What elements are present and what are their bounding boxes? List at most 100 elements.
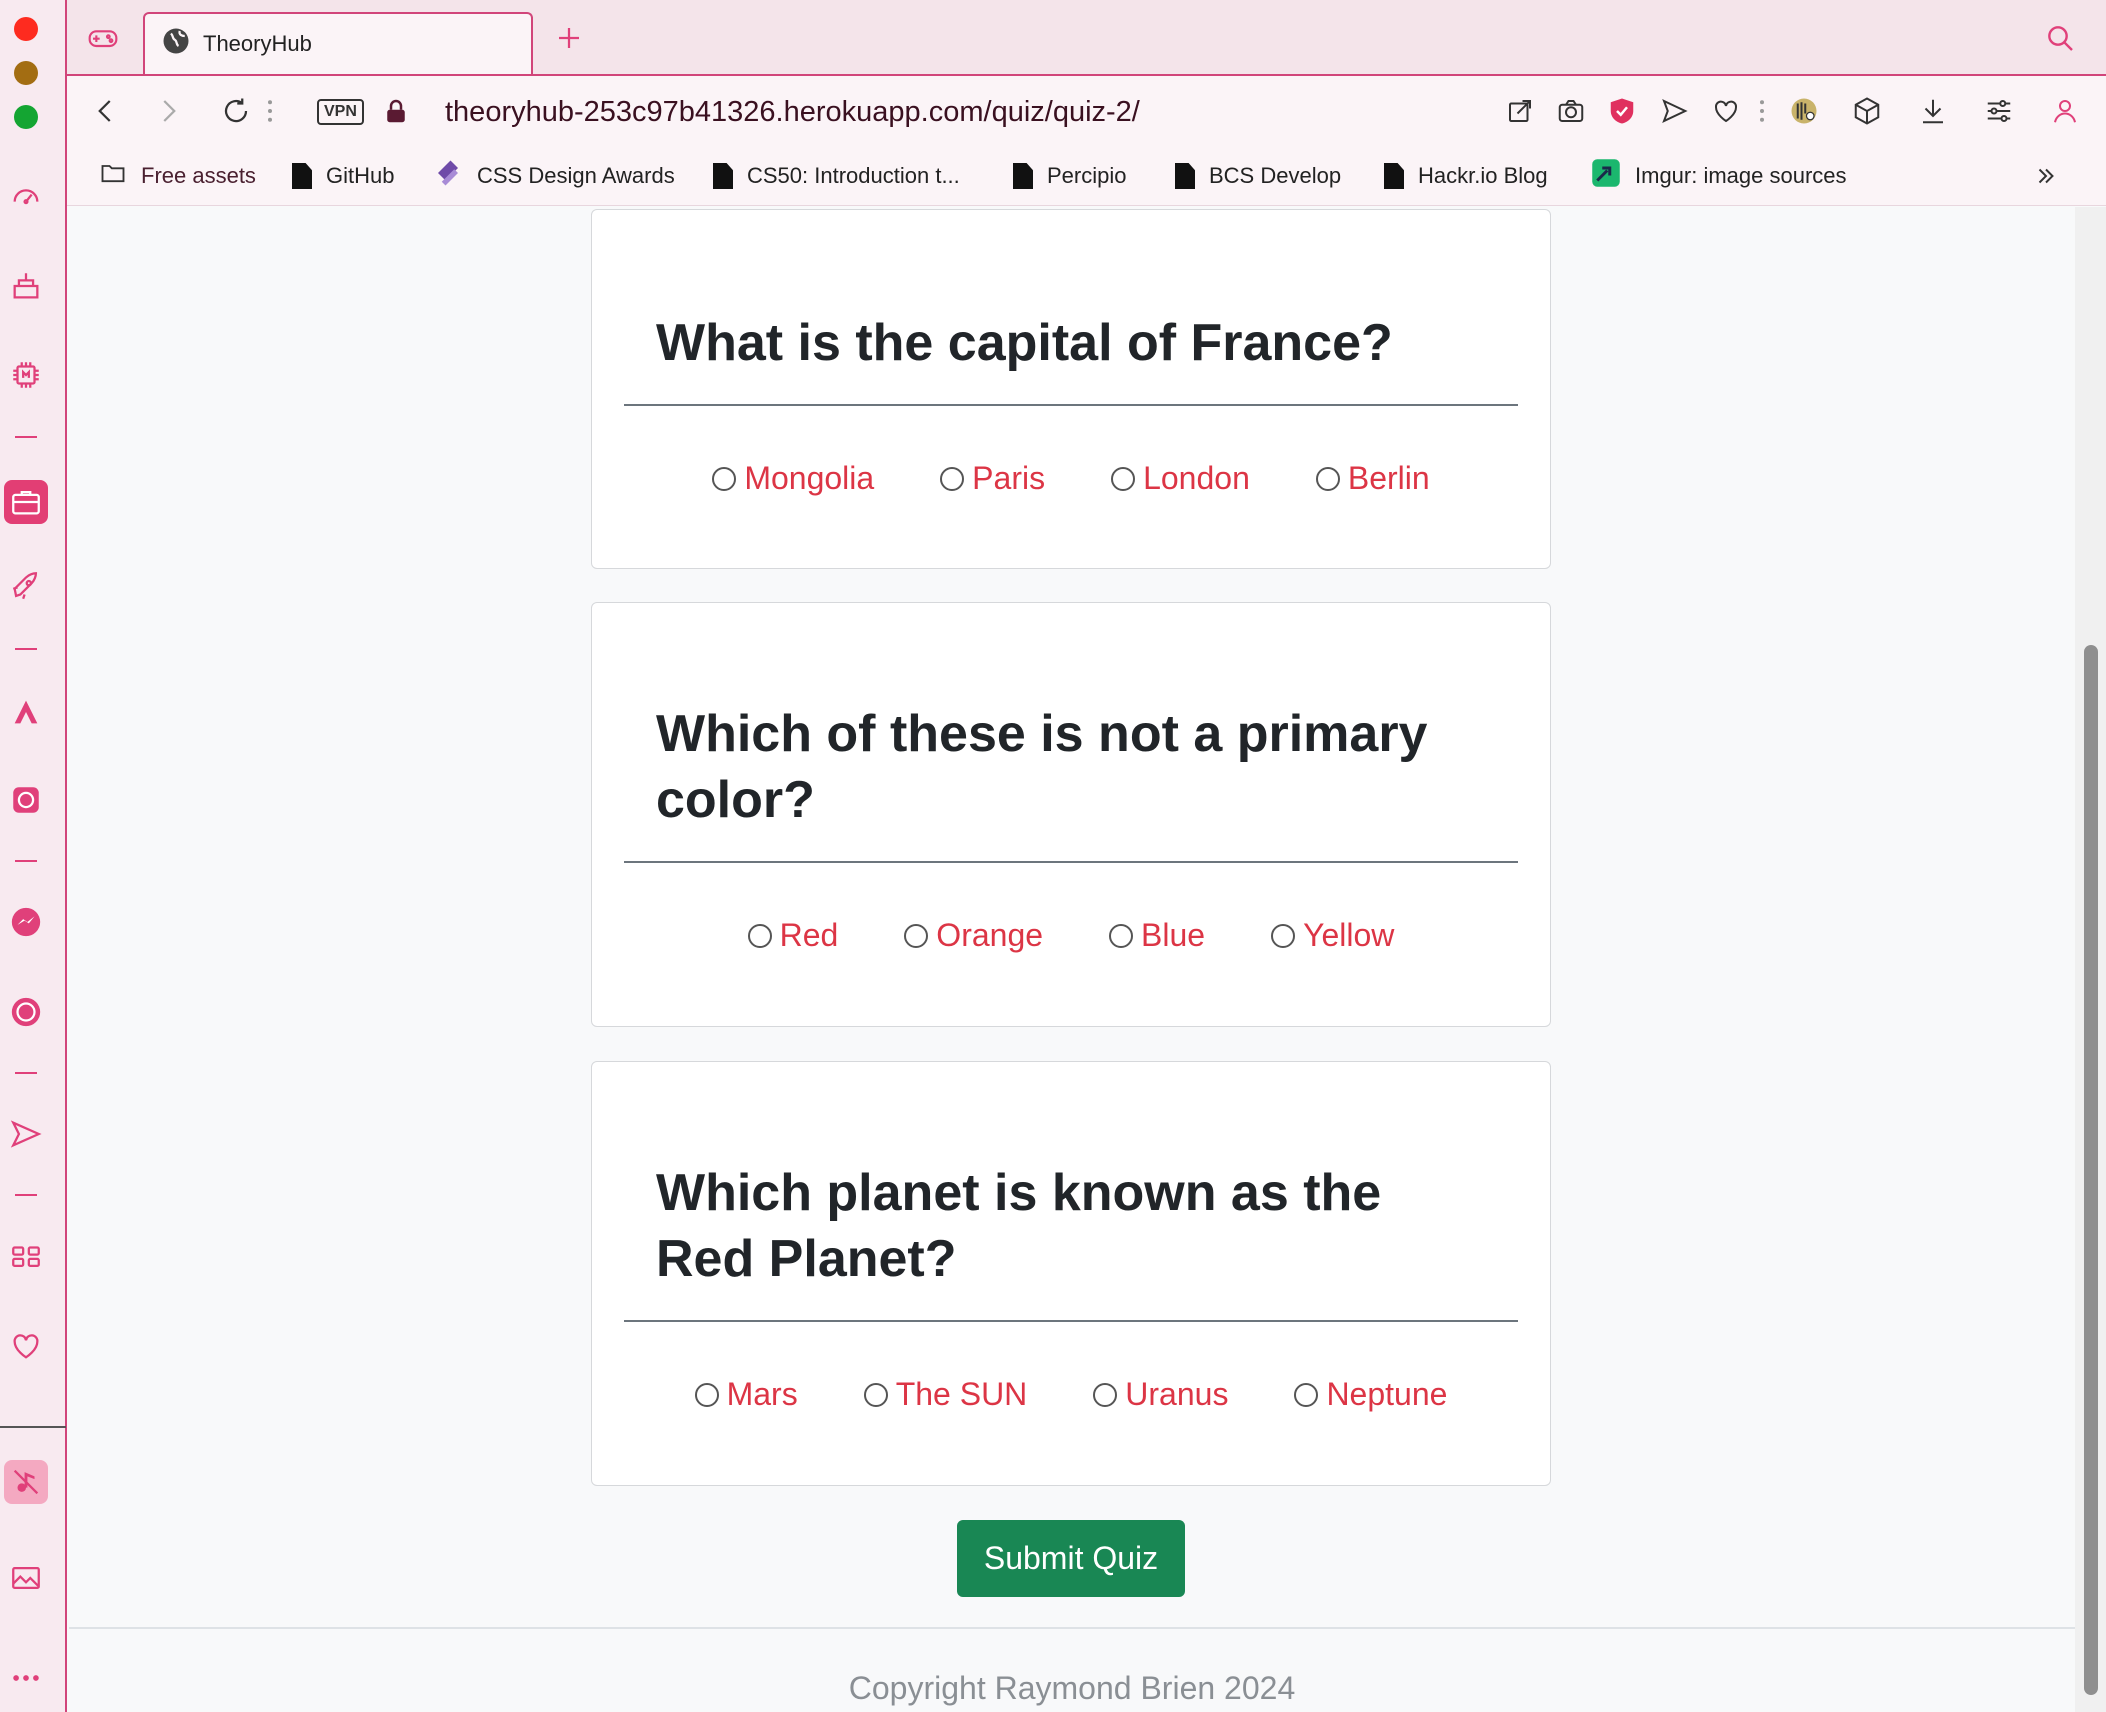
answer-radio[interactable] bbox=[694, 1382, 719, 1407]
forward-icon[interactable] bbox=[151, 94, 185, 128]
answer-option[interactable]: Mars bbox=[694, 1376, 798, 1413]
tab-title: TheoryHub bbox=[203, 31, 312, 56]
apps-grid-icon[interactable] bbox=[8, 1238, 44, 1274]
bookmarks-overflow-icon[interactable] bbox=[2033, 158, 2059, 194]
messenger-icon[interactable] bbox=[8, 904, 44, 940]
bookmark-label: CS50: Introduction t... bbox=[747, 163, 960, 188]
document-icon bbox=[1384, 163, 1404, 189]
document-icon bbox=[713, 163, 733, 189]
chatgpt-icon[interactable] bbox=[8, 782, 44, 818]
submit-quiz-button[interactable]: Submit Quiz bbox=[957, 1520, 1185, 1597]
footer-copyright: Copyright Raymond Brien 2024 bbox=[848, 1670, 1296, 1706]
share-icon[interactable] bbox=[1503, 94, 1537, 128]
bookmark-bcs-develop[interactable]: BCS Develop bbox=[1175, 158, 1341, 194]
answer-radio[interactable] bbox=[1093, 1382, 1118, 1407]
rocket-icon[interactable] bbox=[8, 568, 44, 604]
search-tabs-icon[interactable] bbox=[2042, 20, 2078, 56]
bookmark-label: Hackr.io Blog bbox=[1418, 163, 1548, 188]
answer-option[interactable]: London bbox=[1111, 460, 1250, 497]
answer-option[interactable]: Blue bbox=[1109, 917, 1205, 954]
answer-radio[interactable] bbox=[1294, 1382, 1319, 1407]
answer-option[interactable]: Yellow bbox=[1271, 917, 1394, 954]
profile-icon[interactable] bbox=[2048, 94, 2082, 128]
bookmark-free-assets[interactable]: Free assets bbox=[99, 158, 256, 194]
answer-radio[interactable] bbox=[747, 923, 772, 948]
question-card-1: What is the capital of France? Mongolia … bbox=[591, 209, 1551, 569]
question-text: What is the capital of France? bbox=[656, 314, 1393, 372]
document-icon bbox=[1175, 163, 1195, 189]
download-icon[interactable] bbox=[1916, 94, 1950, 128]
imgur-icon bbox=[1591, 158, 1621, 194]
bookmark-cs50[interactable]: CS50: Introduction t... bbox=[713, 158, 960, 194]
vpn-badge[interactable]: VPN bbox=[317, 99, 364, 125]
minimize-window-button[interactable] bbox=[14, 61, 38, 85]
sidebar-separator bbox=[15, 1072, 37, 1074]
back-icon[interactable] bbox=[89, 94, 123, 128]
bookmark-label: CSS Design Awards bbox=[477, 163, 675, 188]
cleaner-icon[interactable] bbox=[8, 268, 44, 304]
answer-option[interactable]: Paris bbox=[940, 460, 1045, 497]
bookmark-github[interactable]: GitHub bbox=[292, 158, 394, 194]
question-text: Which of these is not a primary color? bbox=[656, 705, 1428, 829]
folder-icon bbox=[99, 159, 127, 193]
scrollbar-thumb[interactable] bbox=[2084, 645, 2098, 1695]
answer-option[interactable]: Mongolia bbox=[712, 460, 874, 497]
address-separator-icon bbox=[263, 94, 277, 128]
send-icon[interactable] bbox=[8, 1116, 44, 1152]
sidebar-separator bbox=[15, 860, 37, 862]
answer-option[interactable]: The SUN bbox=[863, 1376, 1027, 1413]
answer-radio[interactable] bbox=[863, 1382, 888, 1407]
answer-option[interactable]: Red bbox=[747, 917, 838, 954]
extension-icon[interactable] bbox=[1787, 94, 1821, 128]
easy-setup-icon[interactable] bbox=[1982, 94, 2016, 128]
bookmark-css-design-awards[interactable]: CSS Design Awards bbox=[433, 158, 675, 194]
briefcase-icon[interactable] bbox=[4, 480, 48, 524]
speed-dial-icon[interactable] bbox=[8, 178, 44, 214]
answer-radio[interactable] bbox=[904, 923, 929, 948]
music-player-icon[interactable] bbox=[4, 1460, 48, 1504]
answer-radio[interactable] bbox=[1109, 923, 1134, 948]
gamepad-icon[interactable] bbox=[85, 20, 121, 56]
url-input[interactable] bbox=[445, 90, 1445, 134]
answer-options: Mongolia Paris London Berlin bbox=[592, 460, 1550, 497]
bookmark-label: Percipio bbox=[1047, 163, 1127, 188]
gallery-icon[interactable] bbox=[8, 1560, 44, 1596]
bookmark-hackr-io[interactable]: Hackr.io Blog bbox=[1384, 158, 1548, 194]
adblock-shield-icon[interactable] bbox=[1605, 94, 1639, 128]
favorite-heart-icon[interactable] bbox=[1709, 94, 1743, 128]
sidebar-separator bbox=[15, 436, 37, 438]
bookmark-imgur[interactable]: Imgur: image sources bbox=[1591, 158, 1847, 194]
answer-option[interactable]: Berlin bbox=[1315, 460, 1430, 497]
heart-icon[interactable] bbox=[8, 1328, 44, 1364]
lock-icon[interactable] bbox=[379, 94, 413, 128]
footer-divider bbox=[69, 1627, 2075, 1629]
aria-icon[interactable] bbox=[8, 694, 44, 730]
whatsapp-icon[interactable] bbox=[8, 994, 44, 1030]
more-options-icon[interactable] bbox=[8, 1660, 44, 1696]
answer-radio[interactable] bbox=[1271, 923, 1296, 948]
flow-send-icon[interactable] bbox=[1657, 94, 1691, 128]
tab-theoryhub[interactable]: TheoryHub bbox=[143, 12, 533, 74]
extensions-cube-icon[interactable] bbox=[1850, 94, 1884, 128]
bookmarks-bar: Free assets GitHub CSS Design Awards CS5… bbox=[67, 146, 2106, 206]
answer-radio[interactable] bbox=[712, 466, 737, 491]
new-tab-button[interactable] bbox=[551, 20, 587, 56]
browser-sidebar bbox=[0, 0, 67, 1712]
reload-icon[interactable] bbox=[219, 94, 253, 128]
bookmark-label: BCS Develop bbox=[1209, 163, 1342, 188]
globe-icon bbox=[161, 26, 191, 62]
chip-icon[interactable] bbox=[8, 357, 44, 393]
answer-option[interactable]: Neptune bbox=[1294, 1376, 1447, 1413]
page-content: What is the capital of France? Mongolia … bbox=[69, 207, 2075, 1712]
answer-option[interactable]: Orange bbox=[904, 917, 1043, 954]
question-card-3: Which planet is known as the Red Planet?… bbox=[591, 1061, 1551, 1486]
answer-radio[interactable] bbox=[1315, 466, 1340, 491]
bookmark-percipio[interactable]: Percipio bbox=[1013, 158, 1126, 194]
close-window-button[interactable] bbox=[14, 17, 38, 41]
answer-option[interactable]: Uranus bbox=[1093, 1376, 1228, 1413]
maximize-window-button[interactable] bbox=[14, 105, 38, 129]
camera-icon[interactable] bbox=[1554, 94, 1588, 128]
sidebar-divider bbox=[0, 1426, 66, 1428]
answer-radio[interactable] bbox=[940, 466, 965, 491]
answer-radio[interactable] bbox=[1111, 466, 1136, 491]
